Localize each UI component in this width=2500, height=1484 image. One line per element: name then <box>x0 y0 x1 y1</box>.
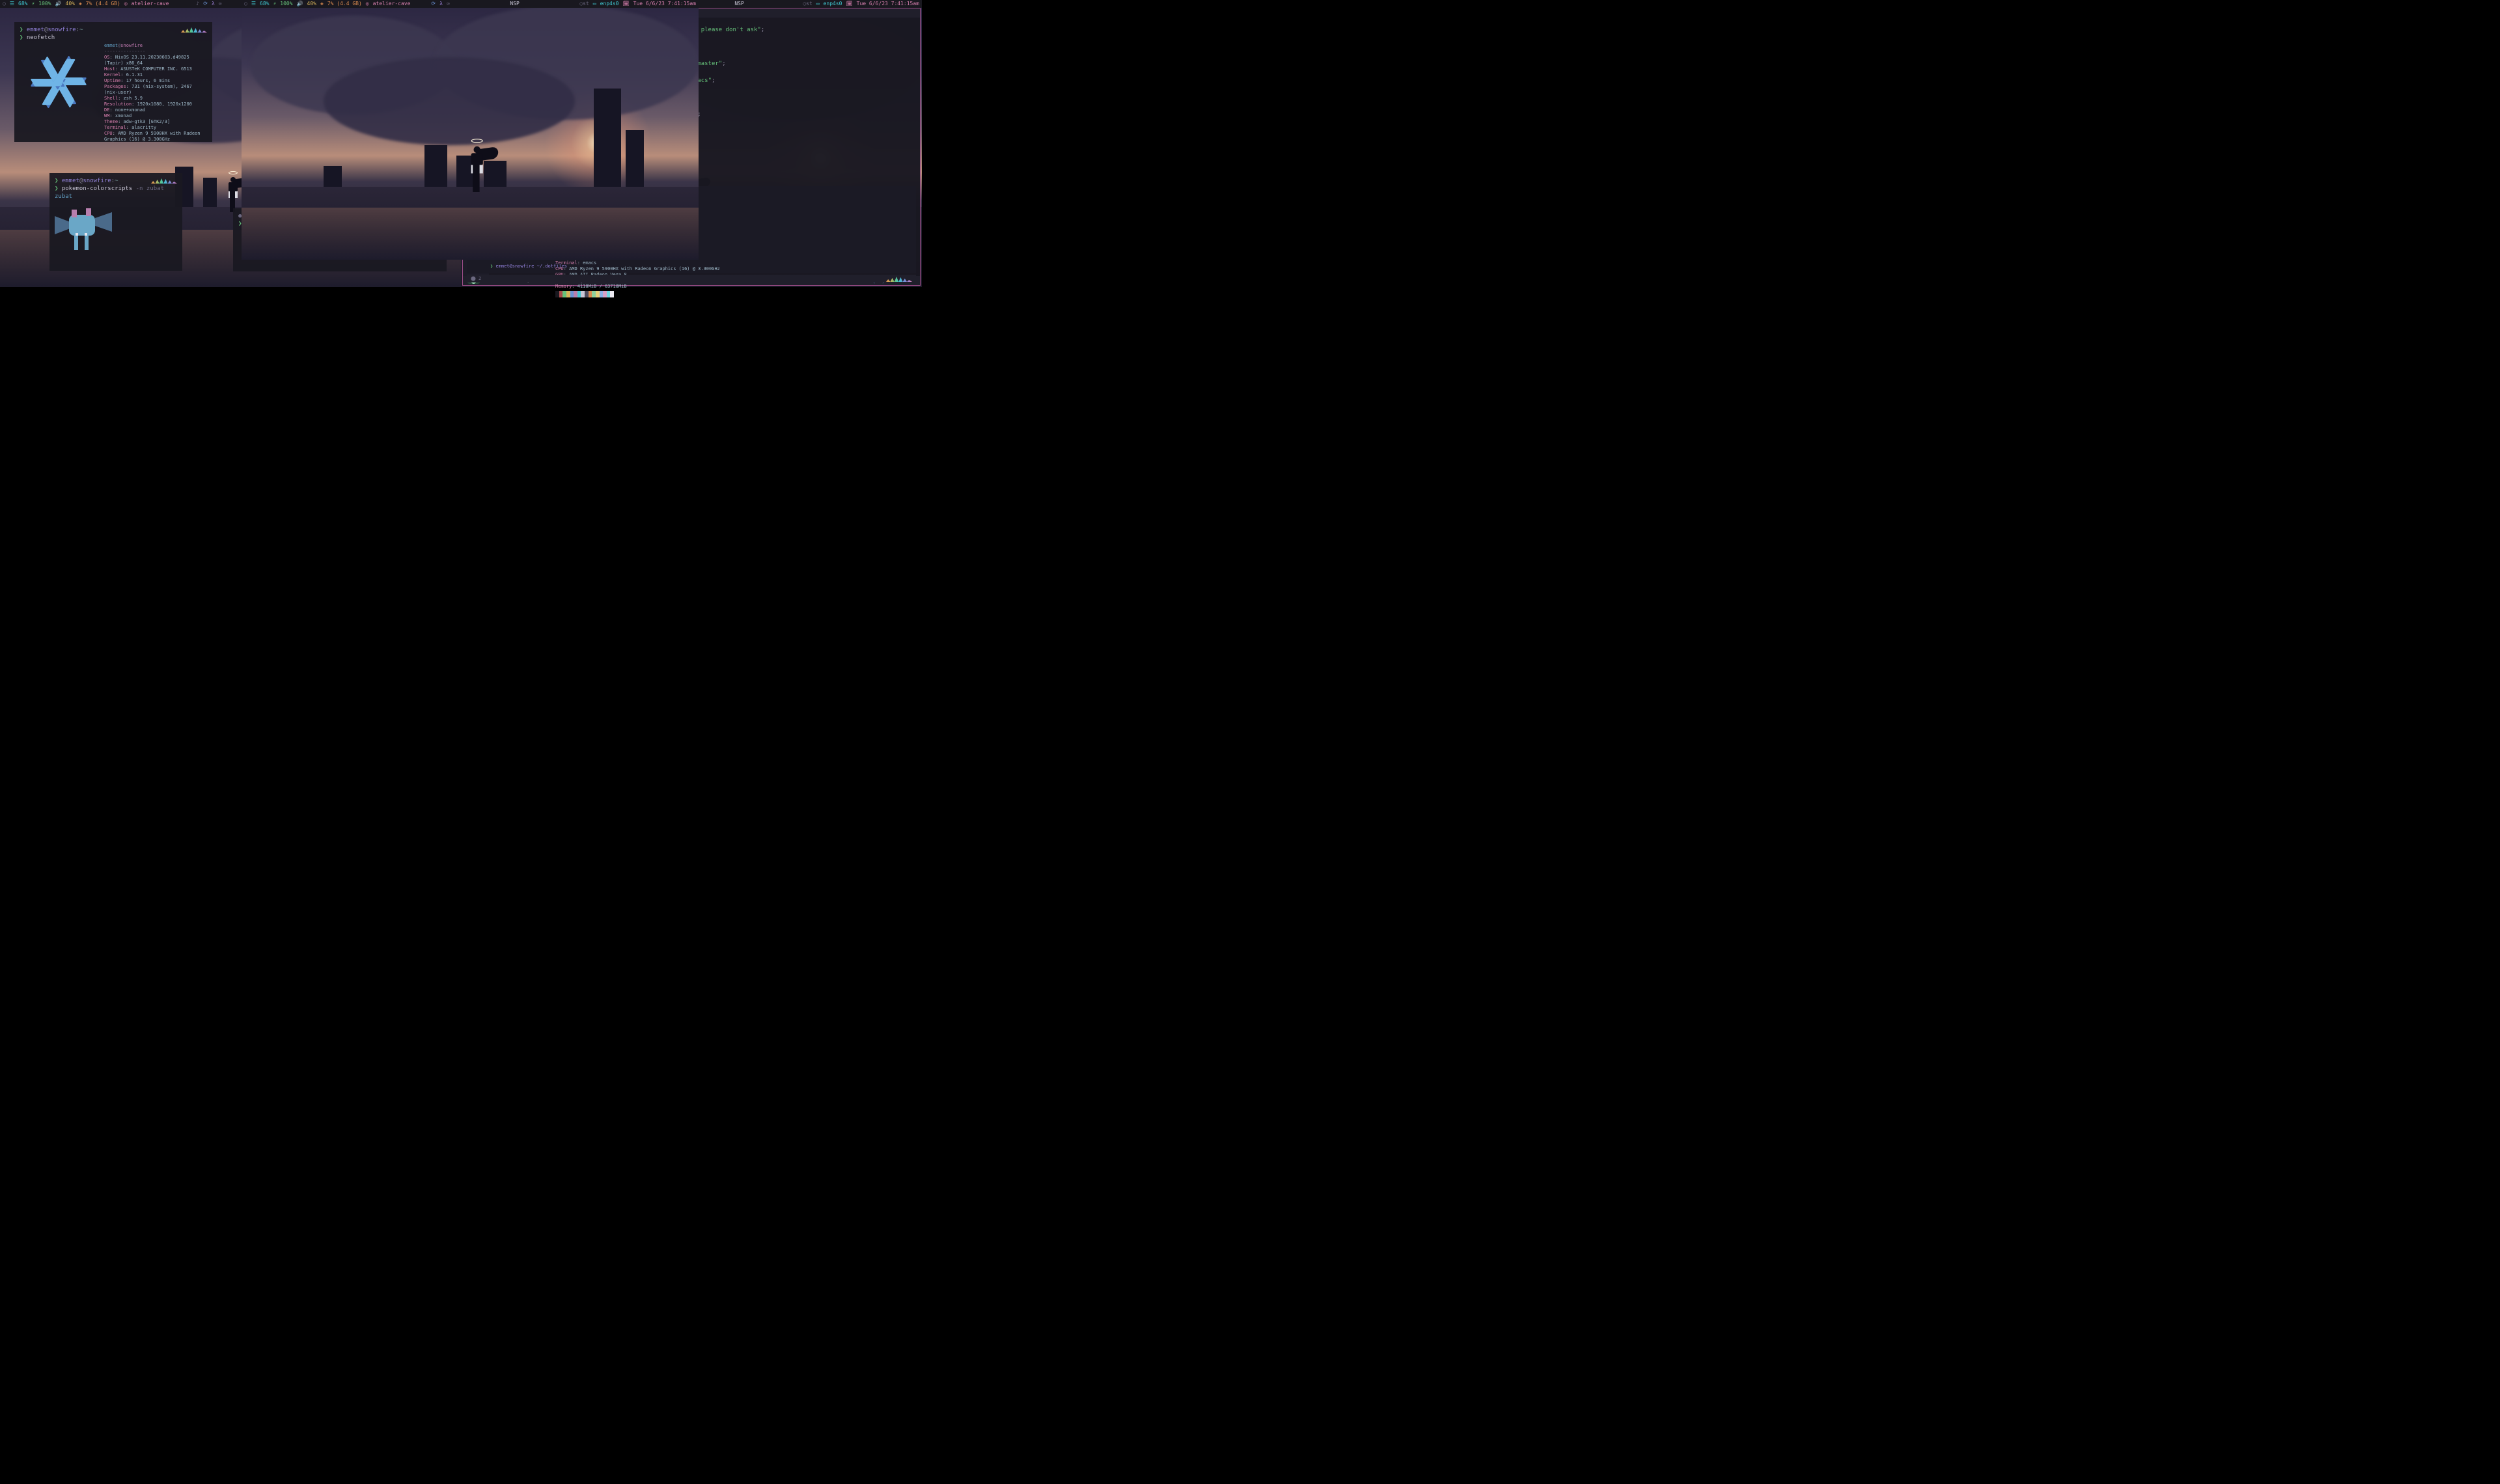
nf-kernel: 6.1.31 <box>126 72 143 77</box>
battery-pct: 100% <box>38 0 51 8</box>
nf-os: NixOS 23.11.20230603.d49825 (Tapir) x86_… <box>104 55 189 66</box>
mini-prompt: emmet@snowfire ~/.dotfiles <box>495 264 567 269</box>
battery-icon: ⚡ <box>31 0 35 8</box>
nf-uptime: 17 hours, 6 mins <box>126 78 170 83</box>
cmd-pokemon: pokemon-colorscripts <box>62 186 132 192</box>
terminal-neofetch[interactable]: ❯ emmet@snowfire:~ ❯ neofetch emmet@snow… <box>14 22 212 142</box>
nowplaying-icon: ♪ <box>196 0 199 8</box>
terminal-pokemon[interactable]: ❯ emmet@snowfire:~ ❯ pokemon-colorscript… <box>49 173 182 271</box>
nf-wm: xmonad <box>115 113 132 118</box>
pokemon-sprite-icon <box>55 203 113 255</box>
prompt-decoration-icon <box>181 26 207 33</box>
color-swatches <box>555 291 614 297</box>
prompt-decoration-icon <box>886 275 912 282</box>
pokemon-name: zubat <box>55 193 177 200</box>
prompt-decoration-icon <box>151 177 177 184</box>
wallpaper <box>242 0 699 260</box>
nf-res: 1920x1080, 1920x1200 <box>137 102 192 107</box>
cmd-neofetch: neofetch <box>27 34 55 41</box>
prompt-path: ~ <box>79 27 83 33</box>
memory-icon: ◈ <box>79 0 82 8</box>
neofetch-info: emmet@snowfire --------------- OS: NixOS… <box>104 43 207 142</box>
memory-pct: 7% (4.4 GB) <box>86 0 120 8</box>
monitor-bottom: ○ ☰68% ⚡100% 🔊40% ◈7% (4.4 GB) ◎atelier-… <box>242 0 699 260</box>
workspace-icon[interactable]: ○ <box>3 0 6 8</box>
prompt-host: snowfire <box>48 27 76 33</box>
volume-pct: 40% <box>66 0 75 8</box>
workspace-icon[interactable]: ○ <box>244 0 247 8</box>
nf-host: ASUSTeK COMPUTER INC. G513 <box>120 66 192 72</box>
mini-pane-status: ⬤ 2 <box>467 275 916 282</box>
nf-de: none+xmonad <box>115 107 145 113</box>
theme-icon: ◎ <box>124 0 128 8</box>
nf-theme: adw-gtk3 [GTK2/3] <box>124 119 171 124</box>
cpu-pct: 68% <box>18 0 27 8</box>
prompt-user: emmet <box>27 27 44 33</box>
nf-shell: zsh 5.9 <box>124 96 143 101</box>
nixos-logo-icon <box>20 43 98 121</box>
cpu-icon: ☰ <box>10 0 14 8</box>
status-bar[interactable]: ○ ☰68% ⚡100% 🔊40% ◈7% (4.4 GB) ◎atelier-… <box>242 0 699 8</box>
nf-cpu: AMD Ryzen 9 5900HX with Radeon Graphics … <box>104 131 201 142</box>
nf-term: alacritty <box>132 125 156 130</box>
theme-name: atelier-cave <box>132 0 169 8</box>
volume-icon: 🔊 <box>55 0 62 8</box>
